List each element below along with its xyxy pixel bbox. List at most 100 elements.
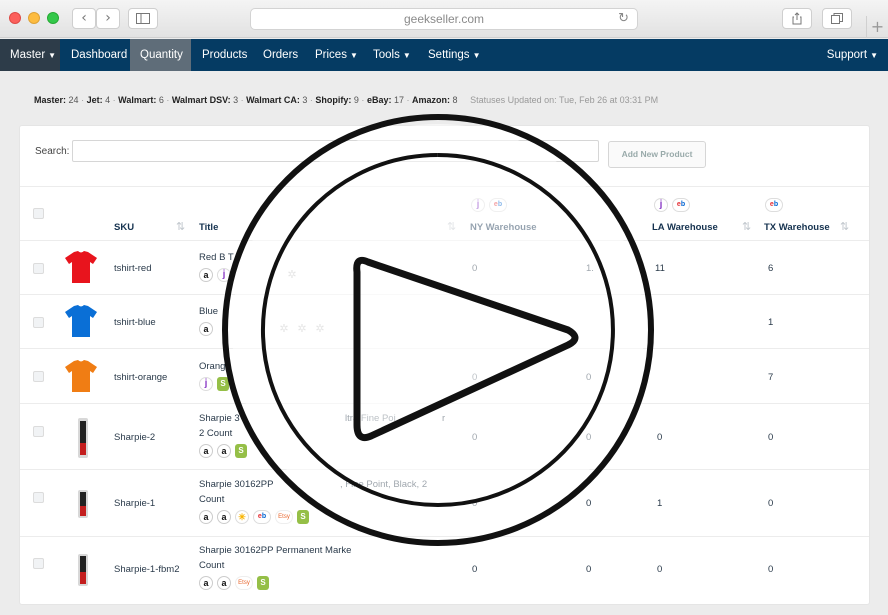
status-value: 4 [105, 95, 111, 105]
sku-cell[interactable]: Sharpie-2 [114, 432, 155, 443]
ny-quantity-cell[interactable]: 0 [472, 564, 477, 575]
marketplace-status-counts: Master: 24 · Jet: 4 · Walmart: 6 · Walma… [34, 95, 659, 105]
nav-settings-label: Settings [428, 49, 470, 61]
title-cell[interactable]: Red B T [199, 250, 234, 265]
sku-cell[interactable]: tshirt-orange [114, 372, 167, 383]
sort-icon[interactable]: ⇅ [840, 220, 849, 233]
amazon-icon: a [199, 510, 213, 524]
tx-quantity-cell[interactable]: 7 [768, 372, 773, 383]
sidebar-toggle-button[interactable] [128, 8, 158, 29]
product-thumbnail-red-tshirt[interactable] [63, 249, 99, 285]
select-all-checkbox[interactable] [33, 208, 44, 219]
nav-tools-dropdown[interactable]: Tools ▼ [363, 39, 421, 71]
amazon-icon: a [199, 322, 213, 336]
status-label: eBay: [366, 95, 392, 105]
quantity-cell[interactable]: 0 [586, 432, 591, 443]
status-label: Master: [34, 95, 67, 105]
la-warehouse-column-header[interactable]: LA Warehouse [652, 222, 718, 233]
quantity-cell[interactable]: 0 [586, 564, 591, 575]
nav-master-label: Master [10, 49, 46, 61]
search-input[interactable] [72, 140, 599, 162]
la-quantity-cell[interactable]: 0 [657, 432, 662, 443]
title-cell[interactable]: Sharpie 30162PP Permanent Marke [199, 543, 351, 558]
ny-quantity-cell[interactable]: 0 [472, 498, 477, 509]
sort-icon[interactable]: ⇅ [447, 220, 456, 233]
channel-badges: a j ✲ [199, 268, 303, 282]
amazon-icon: a [217, 444, 231, 458]
nav-prices-dropdown[interactable]: Prices ▼ [305, 39, 368, 71]
tx-warehouse-column-header[interactable]: TX Warehouse [764, 222, 830, 233]
row-checkbox[interactable] [33, 317, 44, 328]
sku-cell[interactable]: Sharpie-1 [114, 498, 155, 509]
forward-button[interactable]: › [96, 8, 120, 29]
sort-icon[interactable]: ⇅ [742, 220, 751, 233]
minimize-window-button[interactable] [28, 12, 40, 24]
nav-support-dropdown[interactable]: Support ▼ [817, 39, 888, 71]
title-column-header[interactable]: Title [199, 222, 218, 233]
tx-quantity-cell[interactable]: 0 [768, 498, 773, 509]
product-thumbnail-blue-tshirt[interactable] [63, 303, 99, 339]
caret-down-icon: ▼ [472, 51, 481, 60]
row-checkbox[interactable] [33, 371, 44, 382]
ebay-icon: eb [253, 510, 271, 524]
tx-quantity-cell[interactable]: 1 [768, 317, 773, 328]
divider [20, 403, 869, 404]
close-window-button[interactable] [9, 12, 21, 24]
tabs-button[interactable] [822, 8, 852, 29]
product-thumbnail-sharpie[interactable] [76, 418, 90, 458]
status-label: Walmart DSV: [171, 95, 231, 105]
tx-quantity-cell[interactable]: 6 [768, 263, 773, 274]
nav-orders[interactable]: Orders [253, 39, 308, 71]
product-thumbnail-sharpie[interactable] [76, 484, 90, 524]
nav-master-dropdown[interactable]: Master ▼ [0, 39, 60, 71]
la-quantity-cell[interactable]: 0 [657, 564, 662, 575]
nav-quantity[interactable]: Quantity [130, 39, 191, 71]
la-quantity-cell[interactable]: 1 [657, 498, 662, 509]
product-thumbnail-orange-tshirt[interactable] [63, 358, 99, 394]
sku-cell[interactable]: tshirt-blue [114, 317, 156, 328]
reload-icon[interactable]: ↻ [618, 9, 629, 29]
channel-badges: aaS [199, 444, 251, 458]
row-checkbox[interactable] [33, 492, 44, 503]
maximize-window-button[interactable] [47, 12, 59, 24]
nav-dashboard[interactable]: Dashboard [61, 39, 137, 71]
row-checkbox[interactable] [33, 558, 44, 569]
ny-warehouse-column-header[interactable]: NY Warehouse [470, 222, 537, 233]
title-cell[interactable]: Sharpie 30162PP [199, 477, 273, 492]
nav-products[interactable]: Products [192, 39, 257, 71]
nav-settings-dropdown[interactable]: Settings ▼ [418, 39, 490, 71]
title-cell-line2: Count [199, 494, 225, 505]
ny-quantity-cell[interactable]: 0 [472, 372, 477, 383]
ebay-icon: eb [489, 198, 507, 212]
nav-tools-label: Tools [373, 49, 400, 61]
sku-cell[interactable]: tshirt-red [114, 263, 151, 274]
sku-cell[interactable]: Sharpie-1-fbm2 [114, 564, 179, 575]
status-label: Jet: [86, 95, 103, 105]
chevron-right-icon: › [105, 10, 111, 26]
back-button[interactable]: ‹ [72, 8, 96, 29]
quantity-cell[interactable]: 0 [586, 372, 591, 383]
title-cell[interactable]: Orang [199, 359, 225, 374]
sku-column-header[interactable]: SKU [114, 222, 134, 233]
product-thumbnail-sharpie[interactable] [76, 550, 90, 590]
share-button[interactable] [782, 8, 812, 29]
shopify-icon: S [235, 444, 247, 458]
title-cell[interactable]: Sharpie 3 [199, 411, 240, 426]
ny-quantity-cell[interactable]: 0 [472, 263, 477, 274]
sort-icon[interactable]: ⇅ [176, 220, 185, 233]
address-bar[interactable]: geekseller.com ↻ [250, 8, 638, 30]
new-tab-button[interactable]: + [866, 16, 888, 38]
title-cell[interactable]: Blue [199, 304, 218, 319]
row-checkbox[interactable] [33, 426, 44, 437]
plus-icon: + [870, 17, 885, 36]
row-checkbox[interactable] [33, 263, 44, 274]
tx-quantity-cell[interactable]: 0 [768, 564, 773, 575]
quantity-cell[interactable]: 0 [586, 498, 591, 509]
ny-quantity-cell[interactable]: 0 [472, 432, 477, 443]
quantity-cell[interactable]: 1. [586, 263, 594, 274]
add-new-product-button[interactable]: Add New Product [608, 141, 706, 168]
tx-quantity-cell[interactable]: 0 [768, 432, 773, 443]
jet-icon: j [654, 198, 668, 212]
status-value: 3 [302, 95, 308, 105]
la-quantity-cell[interactable]: 11 [655, 263, 665, 274]
